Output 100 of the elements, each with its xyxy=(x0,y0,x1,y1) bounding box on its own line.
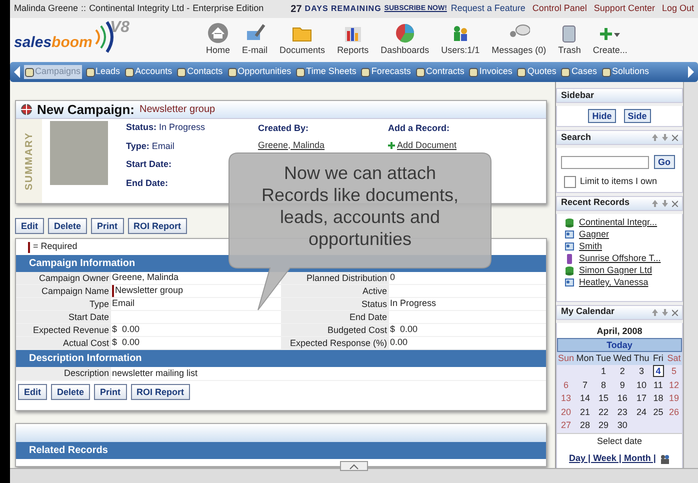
recent-record-link[interactable]: Simon Gagner Ltd xyxy=(579,264,652,278)
nav-tab[interactable]: Leads xyxy=(84,65,122,79)
calendar-day[interactable]: 1 xyxy=(598,366,608,376)
field-value: In Progress xyxy=(390,297,436,310)
calendar-day[interactable]: 3 xyxy=(637,366,646,376)
nav-tab[interactable]: Solutions xyxy=(600,65,650,79)
calendar-day[interactable]: 22 xyxy=(596,406,610,416)
header-link[interactable]: Support Center xyxy=(594,2,655,16)
field-value: Newsletter group xyxy=(115,284,184,298)
field-label: Status xyxy=(281,298,389,310)
section-header: Related Records xyxy=(16,442,546,459)
nav-tab[interactable]: Contacts xyxy=(176,65,224,79)
calendar-day[interactable]: 19 xyxy=(667,393,682,403)
nav-tab[interactable]: Time Sheets xyxy=(295,65,358,79)
nav-tab[interactable]: Invoices xyxy=(468,65,514,79)
toolbar-button[interactable]: E-mail xyxy=(242,22,268,58)
action-button[interactable]: Delete xyxy=(51,384,90,400)
calendar-day[interactable]: 12 xyxy=(667,380,682,390)
panel-title: Recent Records xyxy=(561,196,630,210)
calendar-day[interactable]: 20 xyxy=(559,406,574,416)
calendar-day[interactable]: 29 xyxy=(596,420,610,430)
recent-record-link[interactable]: Continental Integr... xyxy=(579,216,658,230)
toolbar-button[interactable]: Home xyxy=(206,22,230,58)
calendar-day[interactable]: 27 xyxy=(559,420,574,430)
action-button[interactable]: ROI Report xyxy=(130,384,190,400)
search-field[interactable] xyxy=(561,156,649,168)
nav-tab[interactable]: Accounts xyxy=(124,65,174,79)
calendar-day[interactable]: 6 xyxy=(562,380,571,390)
toolbar-button[interactable]: Trash xyxy=(558,22,581,58)
sidebar-button[interactable]: Hide xyxy=(588,109,616,123)
creator-link[interactable]: Greene, Malinda xyxy=(258,138,325,152)
separator-text: :: xyxy=(81,2,86,16)
calendar-day[interactable]: 13 xyxy=(559,393,574,403)
field-value: Email xyxy=(112,297,135,310)
nav-tab[interactable]: Cases xyxy=(560,65,598,79)
action-button[interactable]: Edit xyxy=(15,218,44,234)
action-button[interactable]: Delete xyxy=(48,218,88,234)
logo-text-sales: sales xyxy=(14,32,52,52)
select-date-label: Select date xyxy=(557,432,682,446)
photo-placeholder xyxy=(50,121,108,185)
calendar-day[interactable]: 24 xyxy=(634,406,649,416)
calendar-day[interactable]: 4 xyxy=(652,365,664,377)
field-label: Actual Cost xyxy=(16,337,111,349)
toolbar-button[interactable]: Users:1/1 xyxy=(441,22,480,58)
collapse-handle[interactable] xyxy=(340,461,368,471)
header-link[interactable]: Request a Feature xyxy=(450,2,526,16)
calendar-day[interactable]: 21 xyxy=(578,406,592,416)
toolbar-button[interactable]: Documents xyxy=(280,22,326,58)
header-link[interactable]: Control Panel xyxy=(532,2,587,16)
calendar-day[interactable]: 9 xyxy=(618,380,627,390)
tab-glyph-icon xyxy=(361,68,370,76)
calendar-day[interactable]: 17 xyxy=(634,393,649,403)
right-arrow-icon xyxy=(687,65,695,79)
toolbar-button[interactable]: Reports xyxy=(337,22,369,58)
calendar-day[interactable]: 8 xyxy=(598,380,608,390)
toolbar-button[interactable]: Create... xyxy=(592,22,628,58)
action-button[interactable]: Print xyxy=(94,384,127,400)
calendar-day[interactable]: 26 xyxy=(667,406,682,416)
calendar-day[interactable]: 2 xyxy=(618,366,627,376)
recent-record-link[interactable]: Sunrise Offshore T... xyxy=(579,252,661,266)
sidebar-button[interactable]: Side xyxy=(624,109,651,123)
tab-glyph-icon xyxy=(177,68,186,76)
action-button[interactable]: Edit xyxy=(18,384,47,400)
recent-record-link[interactable]: Heatley, Vanessa xyxy=(579,276,648,290)
calendar-day[interactable]: 25 xyxy=(651,406,666,416)
calendar-day[interactable]: 16 xyxy=(615,393,630,403)
calendar-day[interactable]: 10 xyxy=(634,380,649,390)
today-button[interactable]: Today xyxy=(557,338,682,352)
calendar-day[interactable]: 30 xyxy=(615,420,630,430)
field-value: 0.00 xyxy=(390,336,408,350)
calendar-day[interactable]: 28 xyxy=(578,420,592,430)
toolbar-button[interactable]: Dashboards xyxy=(380,22,430,58)
nav-tab[interactable]: Contracts xyxy=(414,65,466,79)
calendar-day[interactable]: 18 xyxy=(651,393,666,403)
checkbox[interactable] xyxy=(564,176,576,188)
calendar-day[interactable]: 11 xyxy=(652,380,665,390)
calendar-day[interactable]: 15 xyxy=(596,393,610,403)
header-link[interactable]: Log Out xyxy=(662,2,694,16)
weekday-label: Fri xyxy=(650,352,666,365)
calendar-day[interactable]: 7 xyxy=(580,380,590,390)
recent-record-link[interactable]: Smith xyxy=(579,240,602,254)
user-link[interactable]: Malinda Greene xyxy=(14,2,78,16)
nav-tab[interactable]: Forecasts xyxy=(360,65,412,79)
calendar-day[interactable]: 14 xyxy=(578,393,592,403)
company-name: Continental Integrity Ltd - xyxy=(89,2,190,16)
calendar-day[interactable]: 5 xyxy=(670,366,679,376)
close-icon xyxy=(672,308,678,316)
calendar-day[interactable]: 23 xyxy=(615,406,630,416)
field-value: Greene, Malinda xyxy=(112,271,179,284)
edition-link[interactable]: Enterprise Edition xyxy=(192,2,264,16)
add-record-link[interactable]: Add Document xyxy=(388,138,457,152)
calendar-view-links[interactable]: Day | Week | Month | xyxy=(569,452,656,466)
summary-field: End Date: xyxy=(126,176,258,190)
go-button[interactable]: Go xyxy=(654,155,674,169)
action-button[interactable]: ROI Report xyxy=(128,218,188,234)
toolbar-button[interactable]: Messages (0) xyxy=(492,22,546,58)
recent-record-link[interactable]: Gagner xyxy=(579,228,610,242)
nav-tab[interactable]: Opportunities xyxy=(226,65,292,79)
action-button[interactable]: Print xyxy=(91,218,124,234)
nav-tab[interactable]: Quotes xyxy=(516,65,558,79)
